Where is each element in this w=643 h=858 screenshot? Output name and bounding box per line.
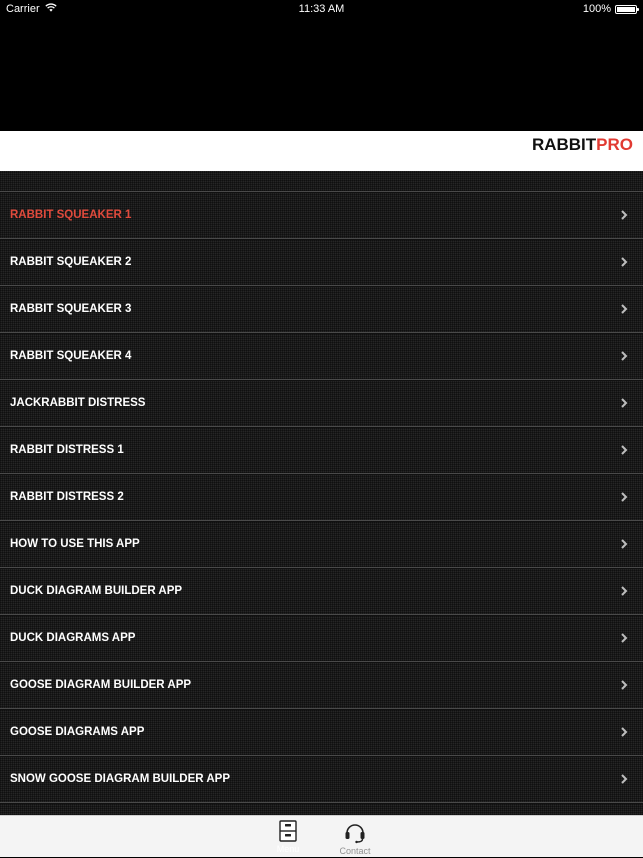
menu-items: RABBIT SQUEAKER 1 RABBIT SQUEAKER 2 RABBIT… xyxy=(0,192,643,803)
menu-item[interactable]: DUCK DIAGRAMS APP xyxy=(0,615,643,662)
sound-menu-list: RABBIT SQUEAKER 1 RABBIT SQUEAKER 2 RABBIT… xyxy=(0,171,643,815)
chevron-right-icon xyxy=(621,492,628,502)
menu-item[interactable]: RABBIT DISTRESS 2 xyxy=(0,474,643,521)
chevron-right-icon xyxy=(621,210,628,220)
menu-item[interactable]: RABBIT SQUEAKER 3 xyxy=(0,286,643,333)
status-bar: Carrier 11:33 AM 100% xyxy=(0,0,643,18)
menu-item[interactable]: SNOW GOOSE DIAGRAM BUILDER APP xyxy=(0,756,643,803)
menu-item-label: RABBIT SQUEAKER 2 xyxy=(10,256,132,268)
chevron-right-icon xyxy=(621,304,628,314)
menu-item[interactable]: RABBIT SQUEAKER 2 xyxy=(0,239,643,286)
menu-item[interactable]: JACKRABBIT DISTRESS xyxy=(0,380,643,427)
chevron-right-icon xyxy=(621,633,628,643)
chevron-right-icon xyxy=(621,727,628,737)
menu-item[interactable]: DUCK DIAGRAM BUILDER APP xyxy=(0,568,643,615)
menu-item[interactable]: RABBIT SQUEAKER 1 xyxy=(0,192,643,239)
tab-contact-label: Contact xyxy=(339,846,371,856)
chevron-right-icon xyxy=(621,586,628,596)
menu-item-label: RABBIT SQUEAKER 4 xyxy=(10,350,132,362)
menu-item-label: RABBIT DISTRESS 2 xyxy=(10,491,124,503)
menu-item-label: GOOSE DIAGRAM BUILDER APP xyxy=(10,679,192,691)
filing-cabinet-icon xyxy=(279,820,297,842)
logo-text-accent: PRO xyxy=(596,135,633,154)
menu-item[interactable]: HOW TO USE THIS APP xyxy=(0,521,643,568)
app-logo: RABBITPRO xyxy=(532,131,633,171)
chevron-right-icon xyxy=(621,774,628,784)
tab-menu-label: Menu xyxy=(276,844,300,854)
battery-percent: 100% xyxy=(582,3,611,15)
status-time: 11:33 AM xyxy=(298,3,345,15)
menu-item-label: GOOSE DIAGRAMS APP xyxy=(10,726,145,738)
menu-item[interactable]: RABBIT SQUEAKER 4 xyxy=(0,333,643,380)
menu-item-label: SNOW GOOSE DIAGRAM BUILDER APP xyxy=(10,773,230,785)
menu-item-label: RABBIT DISTRESS 1 xyxy=(10,444,124,456)
logo-text-main: RABBIT xyxy=(531,135,597,154)
brand-bar: RABBITPRO xyxy=(0,131,643,171)
menu-item-label: JACKRABBIT DISTRESS xyxy=(10,397,146,409)
headset-icon xyxy=(345,824,365,844)
chevron-right-icon xyxy=(621,257,628,267)
banner-area xyxy=(0,18,643,131)
chevron-right-icon xyxy=(621,398,628,408)
menu-item[interactable]: RABBIT DISTRESS 1 xyxy=(0,427,643,474)
menu-item-label: RABBIT SQUEAKER 3 xyxy=(10,303,132,315)
battery-icon xyxy=(615,4,639,14)
chevron-right-icon xyxy=(621,539,628,549)
menu-item-label: DUCK DIAGRAM BUILDER APP xyxy=(10,585,183,597)
chevron-right-icon xyxy=(621,445,628,455)
chevron-right-icon xyxy=(621,351,628,361)
menu-item-label: HOW TO USE THIS APP xyxy=(10,538,140,550)
menu-item[interactable]: GOOSE DIAGRAM BUILDER APP xyxy=(0,662,643,709)
menu-item-label: DUCK DIAGRAMS APP xyxy=(10,632,136,644)
tab-bar: Menu Contact xyxy=(0,815,643,857)
menu-item[interactable]: GOOSE DIAGRAMS APP xyxy=(0,709,643,756)
status-right: 100% xyxy=(582,0,639,18)
chevron-right-icon xyxy=(621,680,628,690)
tab-menu[interactable]: Menu xyxy=(258,816,318,858)
menu-item-label: RABBIT SQUEAKER 1 xyxy=(10,209,132,221)
menu-top-spacer xyxy=(0,171,643,192)
tab-contact[interactable]: Contact xyxy=(325,816,385,858)
